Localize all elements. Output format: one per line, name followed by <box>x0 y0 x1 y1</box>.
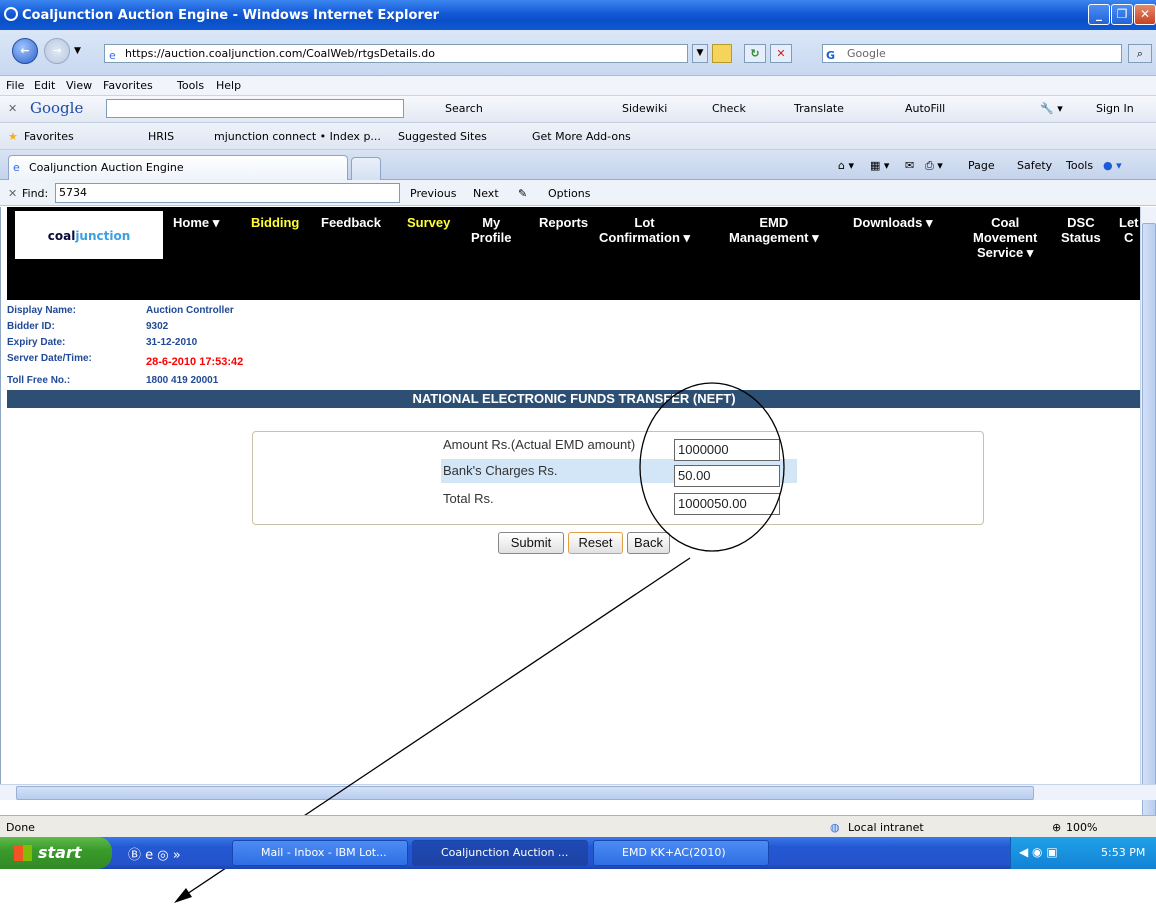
status-zoom[interactable]: 100% <box>1066 821 1097 834</box>
task-coaljunction[interactable]: Coaljunction Auction ... <box>412 840 588 866</box>
taskbar: start Ⓑ e ◎ » Mail - Inbox - IBM Lot... … <box>0 837 1156 869</box>
windows-flag-icon <box>14 845 32 861</box>
annotation-arrowhead <box>174 888 192 903</box>
screen: Coaljunction Auction Engine - Windows In… <box>0 0 1156 909</box>
annotation-overlay <box>174 382 785 903</box>
system-tray: ◀ ◉ ▣ 5:53 PM <box>1010 837 1156 869</box>
status-zone: Local intranet <box>848 821 924 834</box>
tray-icons[interactable]: ◀ ◉ ▣ <box>1019 845 1058 859</box>
quicklaunch-icons[interactable]: Ⓑ e ◎ » <box>128 844 181 863</box>
annotation-circle <box>639 382 785 552</box>
status-bar: Done ◍ Local intranet ⊕ 100% <box>0 815 1156 837</box>
zoom-icon[interactable]: ⊕ <box>1052 821 1061 834</box>
task-emd[interactable]: EMD KK+AC(2010) <box>593 840 769 866</box>
status-text: Done <box>6 821 35 834</box>
task-mail[interactable]: Mail - Inbox - IBM Lot... <box>232 840 408 866</box>
globe-icon: ◍ <box>830 821 840 834</box>
clock: 5:53 PM <box>1101 846 1146 859</box>
